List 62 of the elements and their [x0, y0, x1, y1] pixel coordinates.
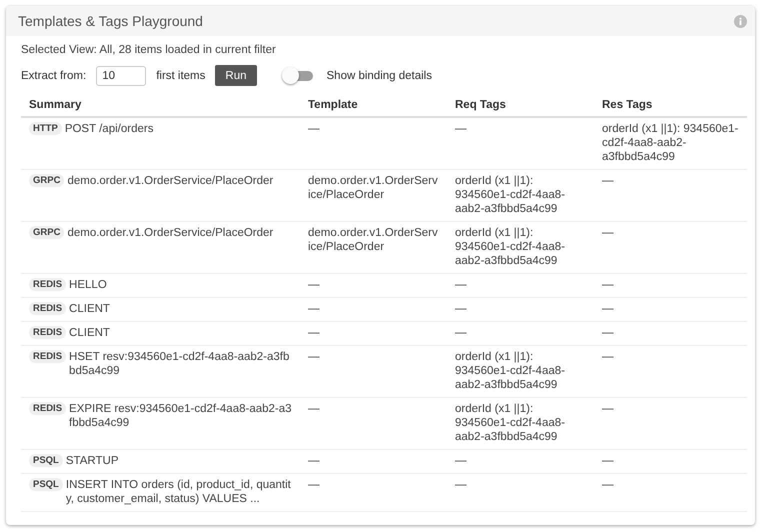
table-cell: — [447, 298, 594, 322]
table-cell: demo.order.v1.OrderService/PlaceOrder [300, 222, 447, 274]
method-badge: GRPC [29, 174, 64, 187]
summary-text: CLIENT [69, 302, 111, 316]
table-cell: — [300, 274, 447, 298]
table-cell: — [447, 117, 594, 170]
item-count-field[interactable]: 10 [96, 66, 146, 86]
summary-text: demo.order.v1.OrderService/PlaceOrder [67, 226, 274, 240]
method-badge: REDIS [29, 402, 66, 415]
summary-text: CLIENT [69, 326, 111, 340]
table-cell: — [300, 450, 447, 474]
extract-label: Extract from: [21, 70, 86, 82]
table-cell: orderId (x1 ||1): 934560e1-cd2f-4aa8-aab2-a3fbbd5a4c99 [447, 170, 594, 222]
table-cell: — [594, 474, 747, 512]
table-cell: — [300, 346, 447, 398]
table-cell: — [594, 450, 747, 474]
table-cell: — [447, 322, 594, 346]
column-header: Summary [21, 95, 300, 117]
table-cell: demo.order.v1.OrderService/PlaceOrder [300, 170, 447, 222]
table-cell: — [594, 222, 747, 274]
info-icon[interactable] [734, 14, 747, 28]
run-button[interactable]: Run [215, 65, 256, 86]
method-badge: REDIS [29, 350, 66, 363]
panel-title: Templates & Tags Playground [18, 13, 203, 29]
column-header: Res Tags [594, 95, 747, 117]
method-badge: REDIS [29, 302, 66, 315]
method-badge: PSQL [29, 478, 63, 491]
table-cell: orderId (x1 ||1): 934560e1-cd2f-4aa8-aab2-a3fbbd5a4c99 [447, 222, 594, 274]
table-cell: — [447, 450, 594, 474]
toggle-label: Show binding details [326, 70, 432, 82]
summary-text: INSERT INTO orders (id, product_id, quantity, customer_email, status) VALUES ... [66, 478, 292, 506]
table-cell: — [300, 298, 447, 322]
table-cell: — [594, 322, 747, 346]
table-cell: — [594, 298, 747, 322]
table-cell: orderId (x1 ||1): 934560e1-cd2f-4aa8-aab2-a3fbbd5a4c99 [447, 398, 594, 450]
summary-text: HELLO [69, 278, 108, 292]
summary-text: demo.order.v1.OrderService/PlaceOrder [67, 174, 274, 188]
table-cell: — [300, 474, 447, 512]
table-cell: — [594, 398, 747, 450]
column-header: Req Tags [447, 95, 594, 117]
table-cell: — [300, 117, 447, 170]
method-badge: HTTP [29, 122, 62, 135]
table-cell: — [300, 398, 447, 450]
first-items-label: first items [156, 70, 206, 82]
summary-text: POST /api/orders [64, 122, 154, 136]
summary-text: HSET resv:934560e1-cd2f-4aa8-aab2-a3fbbd5a4c99 [69, 350, 290, 378]
table-cell: — [447, 274, 594, 298]
table-cell: orderId (x1 ||1): 934560e1-cd2f-4aa8-aab2-a3fbbd5a4c99 [447, 346, 594, 398]
table-cell: — [594, 346, 747, 398]
table-cell: — [594, 170, 747, 222]
method-badge: PSQL [29, 454, 63, 467]
method-badge: GRPC [29, 226, 64, 239]
table-cell: — [447, 474, 594, 512]
selected-view-text: Selected View: All, 28 items loaded in current filter [21, 44, 277, 56]
table-cell: orderId (x1 ||1): 934560e1-cd2f-4aa8-aab2-a3fbbd5a4c99 [594, 117, 747, 170]
summary-text: EXPIRE resv:934560e1-cd2f-4aa8-aab2-a3fbbd5a4c99 [69, 402, 292, 430]
column-header: Template [300, 95, 447, 117]
method-badge: REDIS [29, 278, 66, 291]
table-cell: — [300, 322, 447, 346]
table-cell: — [594, 274, 747, 298]
method-badge: REDIS [29, 326, 66, 339]
summary-text: STARTUP [66, 454, 120, 468]
